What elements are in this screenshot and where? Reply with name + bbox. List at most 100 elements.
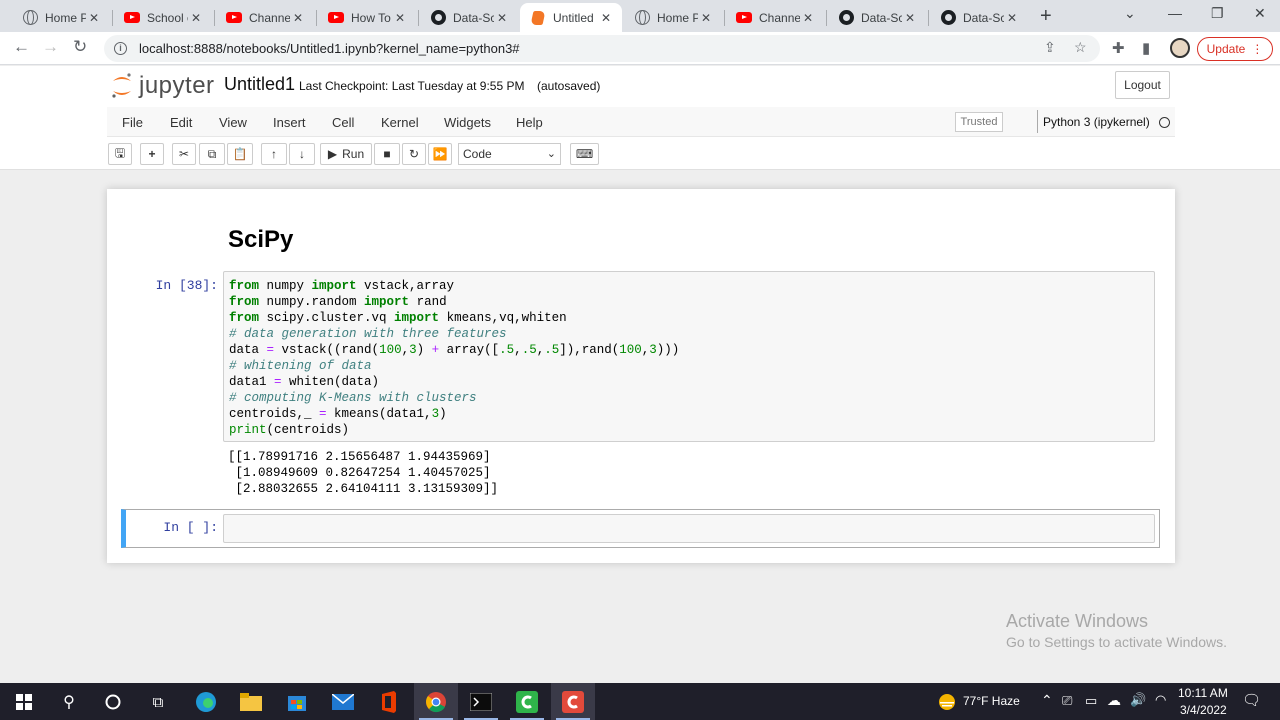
close-icon[interactable]: ✕: [598, 11, 614, 25]
extensions-puzzle-icon[interactable]: ✚: [1112, 39, 1125, 57]
menu-view[interactable]: View: [219, 115, 247, 130]
side-panel-icon[interactable]: ▮: [1142, 39, 1150, 57]
site-info-icon[interactable]: i: [114, 42, 127, 55]
window-close-icon[interactable]: ✕: [1254, 5, 1266, 22]
share-icon[interactable]: ⇪: [1044, 39, 1056, 56]
chrome-icon[interactable]: [424, 690, 448, 714]
close-icon[interactable]: ✕: [86, 11, 102, 25]
notebook-name[interactable]: Untitled1: [224, 74, 295, 95]
reload-icon[interactable]: ↻: [73, 37, 87, 57]
windows-start-icon[interactable]: [12, 690, 36, 714]
cut-button[interactable]: ✂: [172, 143, 196, 165]
checkpoint-status: Last Checkpoint: Last Tuesday at 9:55 PM: [299, 79, 525, 93]
globe-icon: [22, 10, 38, 26]
forward-arrow-icon[interactable]: →: [42, 37, 59, 57]
empty-code-cell-input[interactable]: [223, 514, 1155, 543]
restore-icon[interactable]: ❐: [1211, 5, 1224, 22]
cortana-icon[interactable]: [101, 690, 125, 714]
tab-title: Home P: [657, 10, 698, 25]
tab-search-icon[interactable]: ⌄: [1124, 5, 1136, 22]
close-icon[interactable]: ✕: [1004, 11, 1020, 25]
notifications-icon[interactable]: 🗨: [1242, 691, 1261, 709]
menu-help[interactable]: Help: [516, 115, 543, 130]
run-button[interactable]: ▶ Run: [320, 143, 372, 165]
close-icon[interactable]: ✕: [698, 11, 714, 25]
save-button[interactable]: 🖫: [108, 143, 132, 165]
insert-cell-button[interactable]: +: [140, 143, 164, 165]
trusted-indicator[interactable]: Trusted: [955, 112, 1003, 132]
autosave-status: (autosaved): [537, 79, 601, 93]
task-view-icon[interactable]: ⧉: [146, 690, 170, 714]
menu-edit[interactable]: Edit: [170, 115, 192, 130]
camtasia-red-icon[interactable]: [561, 690, 585, 714]
browser-tab-active[interactable]: Untitled ✕: [520, 3, 622, 32]
logout-button[interactable]: Logout: [1115, 71, 1170, 99]
code-line: from numpy.random import rand: [229, 295, 447, 309]
menu-cell[interactable]: Cell: [332, 115, 354, 130]
clock-time[interactable]: 10:11 AM: [1178, 686, 1228, 700]
terminal-icon[interactable]: [469, 690, 493, 714]
code-cell-input[interactable]: from numpy import vstack,array from nump…: [223, 271, 1155, 442]
profile-avatar[interactable]: [1170, 38, 1190, 58]
tab-title: How To: [351, 10, 391, 25]
onedrive-cloud-icon[interactable]: ☁: [1107, 692, 1121, 709]
camtasia-green-icon[interactable]: [515, 690, 539, 714]
menu-widgets[interactable]: Widgets: [444, 115, 491, 130]
browser-tab[interactable]: Home P ✕: [12, 3, 110, 32]
close-icon[interactable]: ✕: [800, 11, 816, 25]
paste-button[interactable]: 📋: [227, 143, 253, 165]
browser-tab[interactable]: Data-Sc ✕: [828, 3, 926, 32]
interrupt-button[interactable]: ■: [374, 143, 400, 165]
browser-tab[interactable]: Home P ✕: [624, 3, 722, 32]
bookmark-star-icon[interactable]: ☆: [1074, 39, 1087, 56]
meet-now-icon[interactable]: ⎚: [1062, 693, 1072, 709]
copy-button[interactable]: ⧉: [199, 143, 225, 165]
menu-insert[interactable]: Insert: [273, 115, 306, 130]
close-icon[interactable]: ✕: [188, 11, 204, 25]
battery-icon[interactable]: ▭: [1085, 693, 1097, 709]
cell-type-select[interactable]: Code ⌄: [458, 143, 561, 165]
address-bar[interactable]: i localhost:8888/notebooks/Untitled1.ipy…: [104, 35, 1100, 62]
weather-text[interactable]: 77°F Haze: [963, 694, 1020, 708]
jupyter-logo[interactable]: jupyter: [111, 72, 215, 100]
weather-haze-icon[interactable]: [935, 690, 959, 714]
back-arrow-icon[interactable]: ←: [13, 37, 30, 57]
edge-icon[interactable]: [194, 690, 218, 714]
office-icon[interactable]: [377, 690, 401, 714]
close-icon[interactable]: ✕: [494, 11, 510, 25]
browser-tab[interactable]: Channel ✕: [726, 3, 824, 32]
tray-chevron-up-icon[interactable]: ⌃: [1041, 692, 1053, 709]
clock-date[interactable]: 3/4/2022: [1180, 703, 1227, 717]
menu-kernel[interactable]: Kernel: [381, 115, 419, 130]
fast-forward-icon: ⏩: [432, 147, 448, 161]
globe-icon: [634, 10, 650, 26]
wifi-icon[interactable]: ◠: [1155, 692, 1166, 708]
kernel-name[interactable]: Python 3 (ipykernel): [1043, 115, 1150, 129]
command-palette-button[interactable]: ⌨: [570, 143, 599, 165]
close-icon[interactable]: ✕: [392, 11, 408, 25]
tab-title: Data-Sc: [861, 10, 902, 25]
volume-icon[interactable]: 🔊: [1130, 692, 1146, 708]
search-icon[interactable]: ⚲: [57, 690, 81, 714]
markdown-heading[interactable]: SciPy: [228, 226, 293, 254]
browser-tab[interactable]: School c ✕: [114, 3, 212, 32]
file-explorer-icon[interactable]: [239, 690, 263, 714]
menu-file[interactable]: File: [122, 115, 143, 130]
browser-tab[interactable]: Data-Sc ✕: [930, 3, 1028, 32]
restart-run-all-button[interactable]: ⏩: [428, 143, 452, 165]
browser-tab[interactable]: Channel ✕: [216, 3, 314, 32]
browser-tab[interactable]: Data-Sc ✕: [420, 3, 518, 32]
restart-button[interactable]: ↻: [402, 143, 426, 165]
minimize-icon[interactable]: —: [1168, 5, 1182, 21]
store-icon[interactable]: [285, 690, 309, 714]
jupyter-logo-text: jupyter: [139, 72, 215, 99]
close-icon[interactable]: ✕: [290, 11, 306, 25]
mail-icon[interactable]: [331, 690, 355, 714]
move-down-button[interactable]: ↓: [289, 143, 315, 165]
code-line: print(centroids): [229, 423, 350, 437]
close-icon[interactable]: ✕: [902, 11, 918, 25]
update-button[interactable]: Update ⋮: [1197, 37, 1273, 61]
new-tab-button[interactable]: +: [1040, 5, 1052, 28]
browser-tab[interactable]: How To ✕: [318, 3, 416, 32]
move-up-button[interactable]: ↑: [261, 143, 287, 165]
